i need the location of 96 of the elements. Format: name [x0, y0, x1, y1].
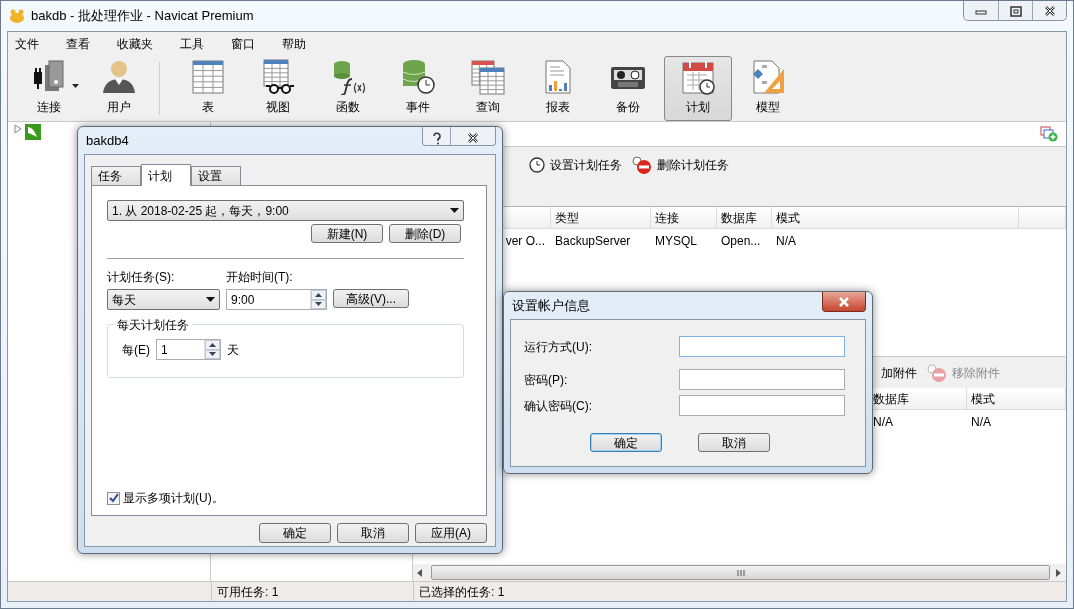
window-title: bakdb - 批处理作业 - Navicat Premium: [31, 7, 254, 26]
tab[interactable]: 设置: [191, 166, 241, 185]
table-icon: [190, 59, 226, 95]
table-cell-text: Open...: [720, 233, 762, 250]
toolbar-button[interactable]: 事件: [384, 56, 452, 121]
dialog-button[interactable]: 确定: [259, 523, 331, 543]
input-field[interactable]: [679, 369, 845, 390]
dialog-title: 设置帐户信息: [512, 296, 590, 315]
caret-icon: [72, 84, 80, 89]
grip-icon: [736, 569, 745, 576]
dialog-button[interactable]: 删除(D): [389, 224, 461, 243]
menu-item[interactable]: 查看: [66, 35, 104, 53]
tab[interactable]: 计划: [141, 164, 191, 186]
field-label: 密码(P):: [524, 371, 568, 389]
toolbar-button[interactable]: 表: [174, 56, 242, 121]
menu-item[interactable]: 窗口: [231, 35, 269, 53]
toolbar-button[interactable]: 加附件: [881, 363, 917, 382]
column-header[interactable]: 数据库: [717, 207, 772, 229]
column-header: [1019, 207, 1066, 229]
table-cell-text: MYSQL: [654, 233, 698, 250]
table-cell-text: N/A: [970, 414, 992, 431]
input-field[interactable]: [679, 336, 845, 357]
spin-up-icon: [315, 292, 322, 297]
status-text: 可用任务: 1: [211, 582, 413, 601]
field-label: 每(E): [122, 341, 150, 359]
column-header[interactable]: 类型: [551, 207, 651, 229]
menu-item[interactable]: 文件: [15, 35, 53, 53]
column-header[interactable]: 模式: [772, 207, 1019, 229]
spin-down-icon: [315, 302, 322, 307]
help-icon: [430, 130, 443, 145]
field-label: 开始时间(T):: [226, 269, 294, 286]
group-title: 每天计划任务: [114, 316, 192, 334]
unit-label: 天: [227, 341, 239, 359]
field-label: 计划任务(S):: [107, 269, 176, 286]
column-header[interactable]: 模式: [967, 388, 1066, 410]
delete-icon: [927, 363, 947, 382]
toolbar-button[interactable]: 用户: [85, 56, 153, 121]
time-spinner[interactable]: 9:00: [226, 289, 327, 310]
toolbar-button[interactable]: 模型: [734, 56, 802, 121]
spin-down-icon: [209, 352, 216, 357]
calendar-clock-icon: [680, 59, 716, 95]
dialog-button[interactable]: 新建(N): [311, 224, 383, 243]
close-icon: [1042, 4, 1057, 17]
query-table-icon: [470, 59, 506, 95]
delete-icon: [632, 156, 652, 174]
dialog-button[interactable]: 确定: [590, 433, 662, 452]
toolbar-button[interactable]: 删除计划任务: [632, 156, 729, 174]
toolbar-button[interactable]: 视图: [244, 56, 312, 121]
toolbar-button[interactable]: 函数: [314, 56, 382, 121]
input-field[interactable]: [679, 395, 845, 416]
tab[interactable]: 任务: [91, 166, 141, 185]
column-header[interactable]: 连接: [651, 207, 717, 229]
schedule-dropdown[interactable]: 1. 从 2018-02-25 起，每天，9:00: [107, 200, 464, 221]
clock-icon: [529, 157, 545, 173]
menu-item[interactable]: 工具: [180, 35, 218, 53]
toolbar-button[interactable]: 报表: [524, 56, 592, 121]
checkbox[interactable]: [107, 491, 120, 505]
scroll-right-icon: [1056, 568, 1062, 577]
maximize-icon: [1008, 4, 1023, 17]
spin-up-icon: [209, 342, 216, 347]
dialog-button[interactable]: 应用(A): [415, 523, 487, 543]
user-icon: [101, 59, 137, 95]
horizontal-scrollbar[interactable]: [413, 564, 1066, 581]
field-label: 运行方式(U):: [524, 338, 592, 356]
checkbox-label: 显示多项计划(U)。: [123, 490, 224, 507]
model-diagram-icon: [750, 59, 786, 95]
dropdown-arrow-icon: [206, 297, 215, 302]
field-label: 确认密码(C):: [524, 397, 592, 415]
toolbar-button[interactable]: 连接: [15, 56, 83, 121]
scroll-left-icon: [417, 568, 423, 577]
expand-arrow-icon: [14, 124, 22, 134]
table-cell-text: ver O...: [504, 233, 546, 250]
menu-item[interactable]: 帮助: [282, 35, 320, 53]
close-button[interactable]: [822, 292, 866, 312]
database-clock-icon: [400, 59, 436, 95]
dialog-button[interactable]: 取消: [698, 433, 770, 452]
view-icon: [260, 59, 296, 95]
add-tab-icon: [1040, 126, 1058, 142]
interval-spinner[interactable]: 1: [156, 339, 221, 360]
menu-item[interactable]: 收藏夹: [117, 35, 167, 53]
close-icon: [837, 295, 851, 308]
toolbar-button[interactable]: 设置计划任务: [529, 156, 622, 174]
frequency-dropdown[interactable]: 每天: [107, 289, 220, 310]
toolbar-button[interactable]: 备份: [594, 56, 662, 121]
table-cell-text: N/A: [872, 414, 894, 431]
close-icon: [466, 131, 480, 144]
dialog-button[interactable]: 取消: [337, 523, 409, 543]
table-cell-text: N/A: [775, 233, 797, 250]
dialog-title: bakdb4: [86, 131, 129, 150]
toolbar-button[interactable]: 查询: [454, 56, 522, 121]
table-cell-text: BackupServer: [554, 233, 632, 250]
toolbar-button[interactable]: 计划: [664, 56, 732, 121]
dropdown-arrow-icon: [450, 208, 459, 213]
advanced-button[interactable]: 高级(V)...: [333, 289, 409, 308]
app-logo-icon: [9, 9, 25, 23]
status-text: 已选择的任务: 1: [413, 582, 1066, 601]
